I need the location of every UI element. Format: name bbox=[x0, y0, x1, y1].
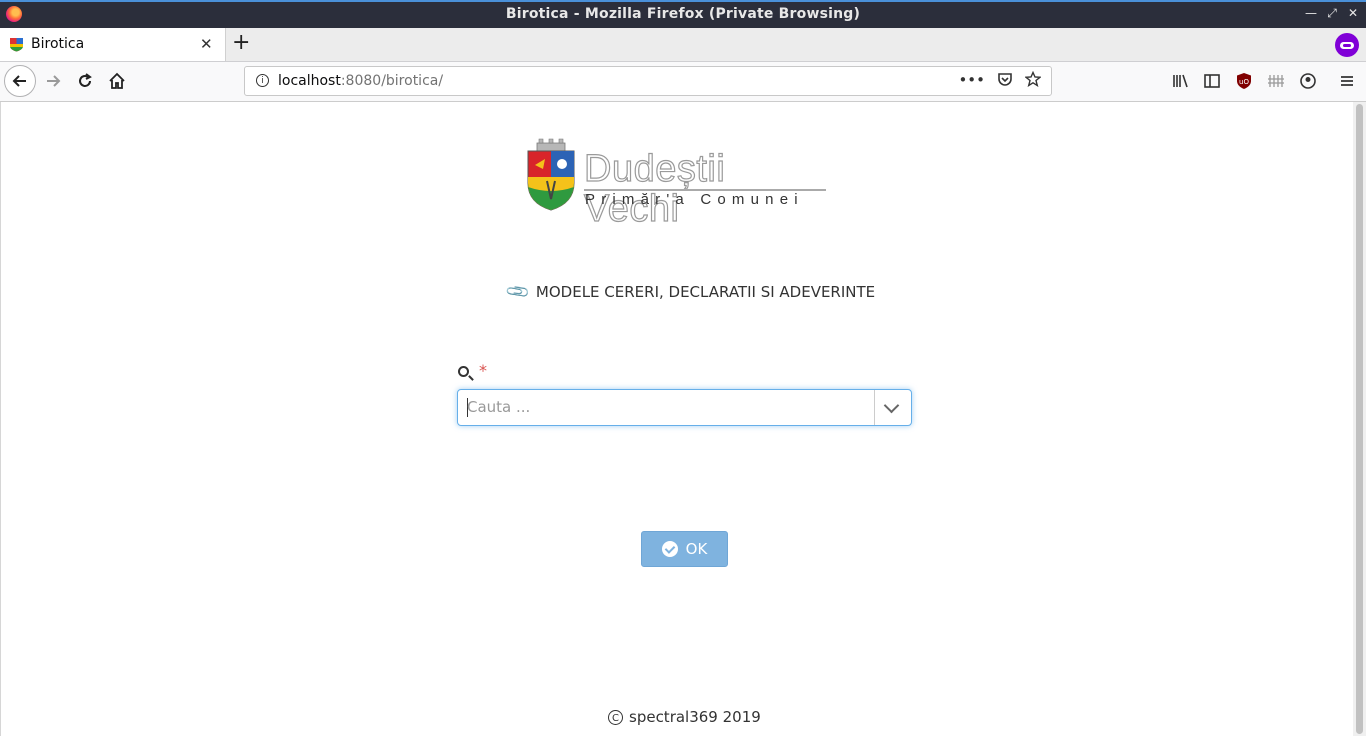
restore-icon[interactable]: ⤢ bbox=[1325, 6, 1339, 20]
logo-subtitle: Primăr'a Comunei bbox=[585, 191, 804, 208]
copyright-icon: C bbox=[608, 709, 623, 725]
combobox-divider bbox=[874, 390, 875, 425]
window-titlebar: Birotica - Mozilla Firefox (Private Brow… bbox=[0, 0, 1366, 28]
private-browsing-icon bbox=[1335, 33, 1359, 57]
home-button[interactable] bbox=[102, 66, 132, 96]
forward-arrow-icon bbox=[47, 75, 61, 87]
new-tab-button[interactable]: + bbox=[232, 32, 250, 54]
ublock-origin-icon[interactable]: uO bbox=[1235, 72, 1253, 90]
library-icon[interactable] bbox=[1172, 72, 1190, 90]
site-favicon-icon bbox=[10, 38, 23, 52]
page-heading: 📎 MODELE CERERI, DECLARATII SI ADEVERINT… bbox=[504, 278, 876, 305]
address-bar[interactable]: i localhost:8080/birotica/ ••• bbox=[244, 66, 1052, 96]
url-path: :8080/birotica/ bbox=[340, 73, 444, 89]
tab-close-icon[interactable]: ✕ bbox=[200, 35, 213, 53]
footer-text: spectral369 2019 bbox=[629, 708, 761, 726]
check-circle-icon bbox=[661, 541, 678, 557]
titlebar-accent bbox=[0, 0, 1366, 2]
bookmark-star-icon[interactable] bbox=[1025, 71, 1041, 87]
back-button[interactable] bbox=[4, 65, 36, 97]
ok-button-label: OK bbox=[685, 540, 708, 558]
home-icon bbox=[109, 72, 125, 89]
svg-text:uO: uO bbox=[1239, 78, 1249, 86]
sidebar-toggle-icon[interactable] bbox=[1203, 72, 1221, 90]
tab-strip: Birotica ✕ + bbox=[0, 28, 1366, 62]
hamburger-menu-icon[interactable] bbox=[1338, 72, 1356, 90]
back-arrow-icon bbox=[12, 75, 26, 87]
forward-button[interactable] bbox=[38, 66, 68, 96]
close-window-icon[interactable]: ✕ bbox=[1346, 6, 1360, 20]
pocket-icon[interactable] bbox=[997, 71, 1013, 87]
minimize-icon[interactable]: — bbox=[1304, 6, 1318, 20]
extension-grid-icon[interactable] bbox=[1267, 72, 1285, 90]
scrollbar-thumb[interactable] bbox=[1356, 104, 1363, 734]
window-title: Birotica - Mozilla Firefox (Private Brow… bbox=[505, 6, 861, 22]
chevron-down-icon[interactable] bbox=[883, 397, 900, 414]
search-input[interactable] bbox=[467, 394, 867, 420]
url-host: localhost bbox=[278, 73, 341, 89]
page-footer: C spectral369 2019 bbox=[608, 708, 761, 726]
municipality-logo: Dudeștii Vechi Primăr'a Comunei bbox=[527, 137, 827, 230]
reload-icon bbox=[79, 73, 92, 87]
url-text[interactable]: localhost:8080/birotica/ bbox=[278, 73, 443, 89]
coat-of-arms-icon bbox=[527, 138, 575, 211]
tab-label: Birotica bbox=[31, 36, 85, 52]
search-combobox[interactable] bbox=[457, 389, 912, 426]
search-field-label: * bbox=[458, 361, 487, 380]
page-heading-text: MODELE CERERI, DECLARATII SI ADEVERINTE bbox=[535, 282, 876, 301]
page-scrollbar[interactable] bbox=[1353, 102, 1366, 736]
site-info-icon[interactable]: i bbox=[256, 74, 269, 87]
ok-button[interactable]: OK bbox=[641, 531, 728, 567]
reload-button[interactable] bbox=[70, 66, 100, 96]
account-icon[interactable] bbox=[1299, 72, 1317, 90]
navigation-toolbar: i localhost:8080/birotica/ ••• uO bbox=[0, 62, 1366, 102]
required-asterisk: * bbox=[479, 361, 487, 380]
tab-birotica[interactable]: Birotica ✕ bbox=[0, 28, 226, 61]
page-actions-icon[interactable]: ••• bbox=[958, 71, 985, 89]
search-icon bbox=[458, 365, 469, 377]
